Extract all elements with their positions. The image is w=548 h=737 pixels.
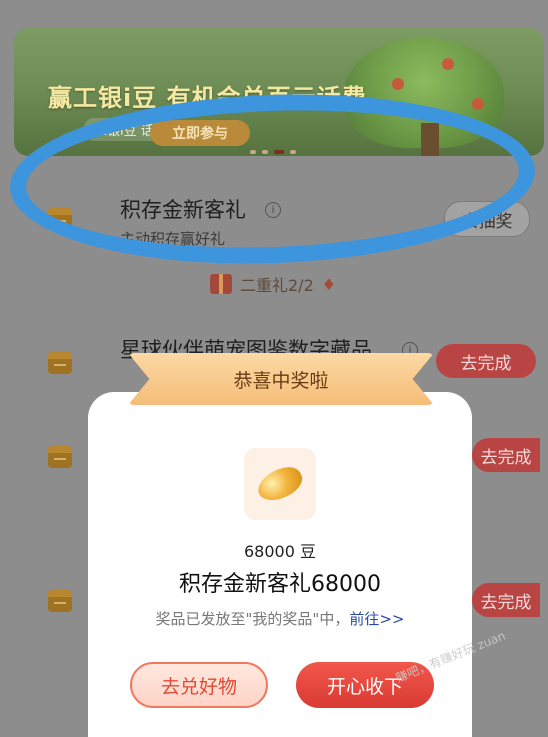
tier-label: 二重礼2/2 — [240, 276, 314, 295]
gold-bean-icon — [253, 460, 307, 508]
calendar-icon — [48, 590, 72, 612]
prize-image — [244, 448, 316, 520]
fruit-icon — [392, 78, 404, 90]
prize-amount: 68000 豆 — [244, 542, 316, 561]
prize-note-text: 奖品已发放至"我的奖品"中， — [155, 610, 350, 628]
tier-progress: 二重礼2/2 ♦ — [210, 272, 336, 296]
calendar-icon — [48, 446, 72, 468]
redeem-goods-button[interactable]: 去兑好物 — [130, 662, 268, 708]
complete-task-button[interactable]: 去完成 — [472, 438, 540, 472]
prize-note: 奖品已发放至"我的奖品"中，前往>> — [88, 608, 472, 629]
complete-task-button[interactable]: 去完成 — [436, 344, 536, 378]
gift-icon — [210, 274, 232, 294]
fruit-icon — [442, 58, 454, 70]
fruit-icon — [472, 98, 484, 110]
prize-name: 积存金新客礼68000 — [179, 572, 381, 597]
congrats-ribbon: 恭喜中奖啦 — [128, 353, 434, 405]
diamond-icon: ♦ — [321, 274, 337, 294]
go-to-prizes-link[interactable]: 前往>> — [349, 610, 404, 628]
complete-task-button[interactable]: 去完成 — [472, 583, 540, 617]
calendar-icon — [48, 352, 72, 374]
ribbon-title: 恭喜中奖啦 — [233, 369, 329, 392]
